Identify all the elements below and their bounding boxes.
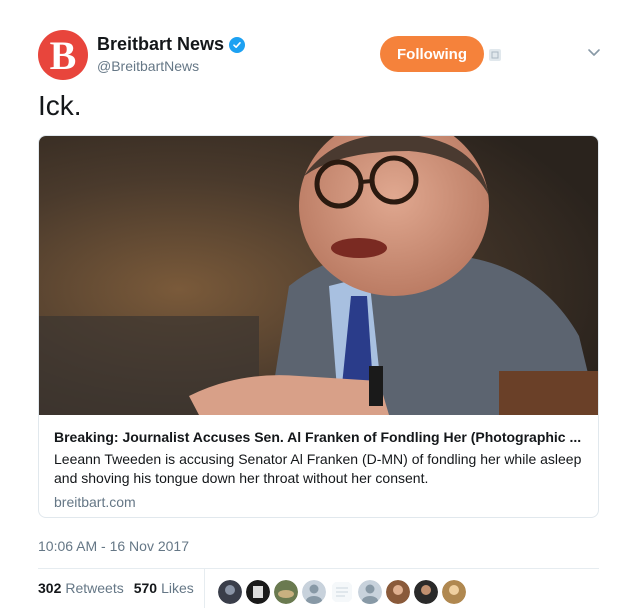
account-names: Breitbart News @BreitbartNews xyxy=(97,34,246,74)
account-handle[interactable]: @BreitbartNews xyxy=(97,58,245,74)
following-button[interactable]: Following xyxy=(380,36,484,72)
retweets-count[interactable]: 302 xyxy=(38,580,61,596)
small-square-icon[interactable] xyxy=(489,49,501,61)
liker-avatar[interactable] xyxy=(442,580,466,604)
tweet-stats: 302 Retweets 570 Likes xyxy=(38,580,204,596)
display-name-row[interactable]: Breitbart News xyxy=(97,34,246,55)
likes-count[interactable]: 570 xyxy=(134,580,157,596)
likes-label[interactable]: Likes xyxy=(161,580,194,596)
liker-avatar[interactable] xyxy=(330,580,354,604)
card-title[interactable]: Breaking: Journalist Accuses Sen. Al Fra… xyxy=(54,428,586,446)
liker-avatars xyxy=(218,580,466,604)
verified-badge-icon xyxy=(229,36,246,53)
divider xyxy=(38,568,599,569)
card-image[interactable] xyxy=(39,136,598,415)
card-body: Breaking: Journalist Accuses Sen. Al Fra… xyxy=(54,428,586,510)
display-name[interactable]: Breitbart News xyxy=(97,34,224,55)
tweet-header: B Breitbart News @BreitbartNews Followin… xyxy=(38,30,608,80)
link-card[interactable]: Breaking: Journalist Accuses Sen. Al Fra… xyxy=(38,135,599,518)
avatar-letter: B xyxy=(49,33,77,78)
liker-avatar[interactable] xyxy=(386,580,410,604)
card-description: Leeann Tweeden is accusing Senator Al Fr… xyxy=(54,451,582,486)
liker-avatar[interactable] xyxy=(302,580,326,604)
card-domain: breitbart.com xyxy=(54,494,136,510)
chevron-down-icon[interactable] xyxy=(586,44,602,60)
liker-avatar[interactable] xyxy=(358,580,382,604)
stats-separator xyxy=(204,568,205,608)
liker-avatar[interactable] xyxy=(274,580,298,604)
liker-avatar[interactable] xyxy=(414,580,438,604)
avatar[interactable]: B xyxy=(38,30,88,80)
liker-avatar[interactable] xyxy=(246,580,270,604)
liker-avatar[interactable] xyxy=(218,580,242,604)
tweet-text: Ick. xyxy=(38,90,82,121)
timestamp[interactable]: 10:06 AM - 16 Nov 2017 xyxy=(38,538,189,554)
retweets-label[interactable]: Retweets xyxy=(65,580,123,596)
